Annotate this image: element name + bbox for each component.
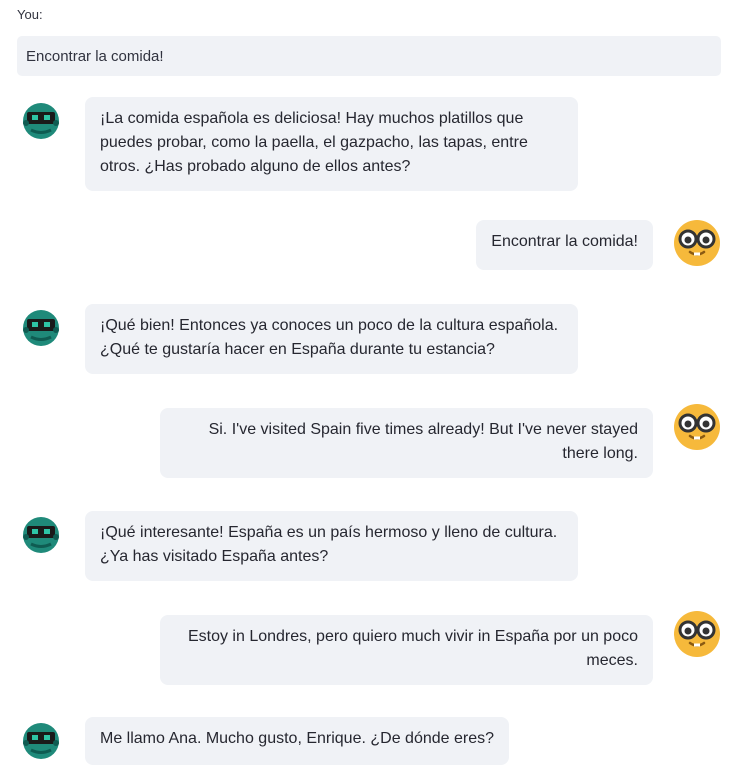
bot-avatar-icon xyxy=(23,723,59,759)
bot-message: ¡Qué interesante! España es un país herm… xyxy=(85,511,578,581)
bot-avatar-icon xyxy=(23,310,59,346)
nerd-face-icon xyxy=(674,404,720,450)
bot-avatar-icon xyxy=(23,103,59,139)
bot-message: ¡La comida española es deliciosa! Hay mu… xyxy=(85,97,578,191)
nerd-face-icon xyxy=(674,220,720,266)
user-message: Encontrar la comida! xyxy=(476,220,653,270)
bot-avatar-icon xyxy=(23,517,59,553)
nerd-face-icon xyxy=(674,611,720,657)
bot-message: ¡Qué bien! Entonces ya conoces un poco d… xyxy=(85,304,578,374)
message-input[interactable] xyxy=(17,36,721,76)
input-label: You: xyxy=(17,7,43,22)
bot-message: Me llamo Ana. Mucho gusto, Enrique. ¿De … xyxy=(85,717,509,765)
user-message: Si. I've visited Spain five times alread… xyxy=(160,408,653,478)
user-message: Estoy in Londres, pero quiero much vivir… xyxy=(160,615,653,685)
